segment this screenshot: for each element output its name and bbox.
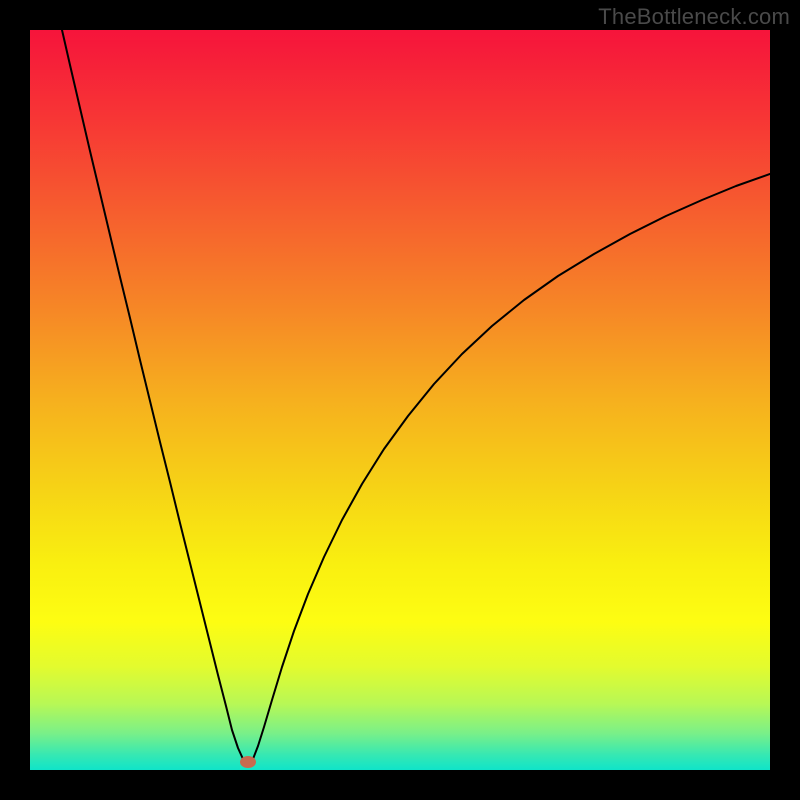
- gradient-background: [30, 30, 770, 770]
- minimum-marker: [240, 756, 256, 768]
- plot-area: [30, 30, 770, 770]
- chart-svg: [30, 30, 770, 770]
- chart-frame: TheBottleneck.com: [0, 0, 800, 800]
- watermark-text: TheBottleneck.com: [598, 4, 790, 30]
